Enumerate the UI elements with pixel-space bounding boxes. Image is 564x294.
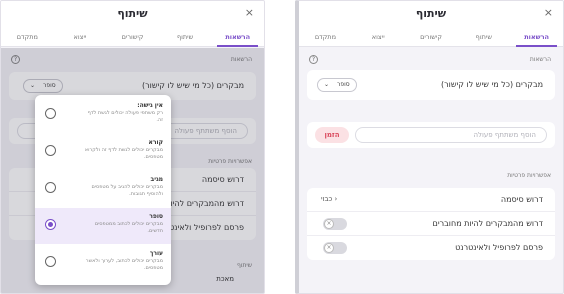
dialog-header: שיתוף ×: [299, 1, 563, 27]
toggle-off-icon: ×: [324, 243, 334, 253]
section-label-privacy: אפשרויות פרטיות: [507, 172, 551, 179]
option-description: מבקרים יכולים להגיב על מטפסים ולהוסיף תג…: [91, 184, 163, 197]
tab-advanced[interactable]: מתקדם: [299, 27, 352, 46]
section-label-permissions: הרשאות: [529, 56, 551, 63]
access-mode-dropdown: אין גישה: רק משתפי פעולה יכולים לגשת לדף…: [35, 95, 171, 285]
radio-button[interactable]: [45, 145, 56, 156]
panel-body: ? הרשאות מבקרים (כל מי שיש לו קישור) סופ…: [299, 48, 563, 293]
radio-button[interactable]: [45, 182, 56, 193]
publish-label: פרסם לפרופיל ולאינטרנט: [455, 243, 543, 252]
help-icon[interactable]: ?: [309, 55, 318, 64]
share-panel: שיתוף × הרשאות שיתוף קישורים ייצוא מתקדם…: [295, 0, 564, 294]
require-login-row: דרוש מהמבקרים להיות מחוברים ×: [307, 212, 555, 236]
tab-links[interactable]: קישורים: [405, 27, 458, 46]
option-title: קורא: [148, 139, 163, 146]
stage: שיתוף × הרשאות שיתוף קישורים ייצוא מתקדם…: [0, 0, 564, 294]
access-mode-value: סופר: [336, 81, 350, 88]
tab-links[interactable]: קישורים: [106, 27, 159, 46]
publish-toggle[interactable]: ×: [323, 242, 347, 254]
publish-row: פרסם לפרופיל ולאינטרנט ×: [307, 236, 555, 260]
option-title: עורך: [149, 250, 163, 257]
option-commenter[interactable]: מגיב מבקרים יכולים להגיב על מטפסים ולהוס…: [35, 171, 171, 207]
dialog-header: שיתוף ×: [1, 1, 264, 27]
radio-button[interactable]: [45, 108, 56, 119]
invite-input[interactable]: הוסף משתתף פעולה: [355, 127, 547, 143]
option-writer[interactable]: סופר מבקרים יכולים לכתוב ממטפסים חדשים.: [35, 208, 171, 244]
tab-export[interactable]: ייצוא: [352, 27, 405, 46]
option-description: מבקרים יכולים לכתוב, לערוך ולאשר מטפסים.: [85, 258, 163, 271]
radio-button[interactable]: [45, 256, 56, 267]
access-mode-card: מבקרים (כל מי שיש לו קישור) סופר ⌄: [307, 70, 555, 100]
share-panel-with-dropdown: שיתוף × הרשאות שיתוף קישורים ייצוא מתקדם…: [0, 0, 265, 294]
radio-button-selected[interactable]: [45, 219, 56, 230]
option-editor[interactable]: עורך מבקרים יכולים לכתוב, לערוך ולאשר מט…: [35, 245, 171, 281]
invite-button[interactable]: הזמן: [315, 127, 349, 143]
tab-export[interactable]: ייצוא: [54, 27, 107, 46]
tab-share[interactable]: שיתוף: [457, 27, 510, 46]
option-description: מבקרים יכולים לכתוב ממטפסים חדשים.: [94, 221, 163, 234]
dialog-title: שיתוף: [117, 7, 148, 20]
tab-permissions[interactable]: הרשאות: [510, 27, 563, 47]
toggle-off-icon: ×: [324, 219, 334, 229]
tab-bar: הרשאות שיתוף קישורים ייצוא מתקדם: [299, 27, 563, 47]
tab-permissions[interactable]: הרשאות: [211, 27, 264, 47]
invite-row: הוסף משתתף פעולה הזמן: [307, 122, 555, 148]
password-label: דרוש סיסמה: [500, 195, 543, 204]
tab-bar: הרשאות שיתוף קישורים ייצוא מתקדם: [1, 27, 264, 47]
password-value[interactable]: ‹ כבוי: [321, 195, 337, 203]
access-mode-label: מבקרים (כל מי שיש לו קישור): [441, 80, 543, 89]
dialog-title: שיתוף: [415, 7, 447, 20]
option-description: רק משתפי פעולה יכולים לגשת לדף זה.: [87, 110, 163, 123]
option-title: אין גישה:: [137, 102, 163, 109]
tab-advanced[interactable]: מתקדם: [1, 27, 54, 46]
option-description: מבקרים יכולים לגשת לדף זה ולקרוא מטפסים.: [84, 147, 163, 160]
close-icon[interactable]: ×: [245, 6, 254, 19]
option-no-access[interactable]: אין גישה: רק משתפי פעולה יכולים לגשת לדף…: [35, 97, 171, 133]
password-row[interactable]: דרוש סיסמה ‹ כבוי: [307, 188, 555, 212]
chevron-down-icon: ⌄: [324, 81, 330, 88]
password-state: כבוי: [321, 195, 333, 203]
tab-share[interactable]: שיתוף: [159, 27, 212, 46]
privacy-options-card: דרוש סיסמה ‹ כבוי דרוש מהמבקרים להיות מח…: [307, 188, 555, 260]
chevron-left-icon: ‹: [334, 195, 338, 203]
option-title: סופר: [149, 213, 163, 220]
require-login-label: דרוש מהמבקרים להיות מחוברים: [432, 219, 543, 228]
option-title: מגיב: [150, 176, 163, 183]
close-icon[interactable]: ×: [544, 6, 553, 19]
require-login-toggle[interactable]: ×: [323, 218, 347, 230]
access-mode-select[interactable]: סופר ⌄: [317, 78, 357, 92]
option-reader[interactable]: קורא מבקרים יכולים לגשת לדף זה ולקרוא מט…: [35, 134, 171, 170]
